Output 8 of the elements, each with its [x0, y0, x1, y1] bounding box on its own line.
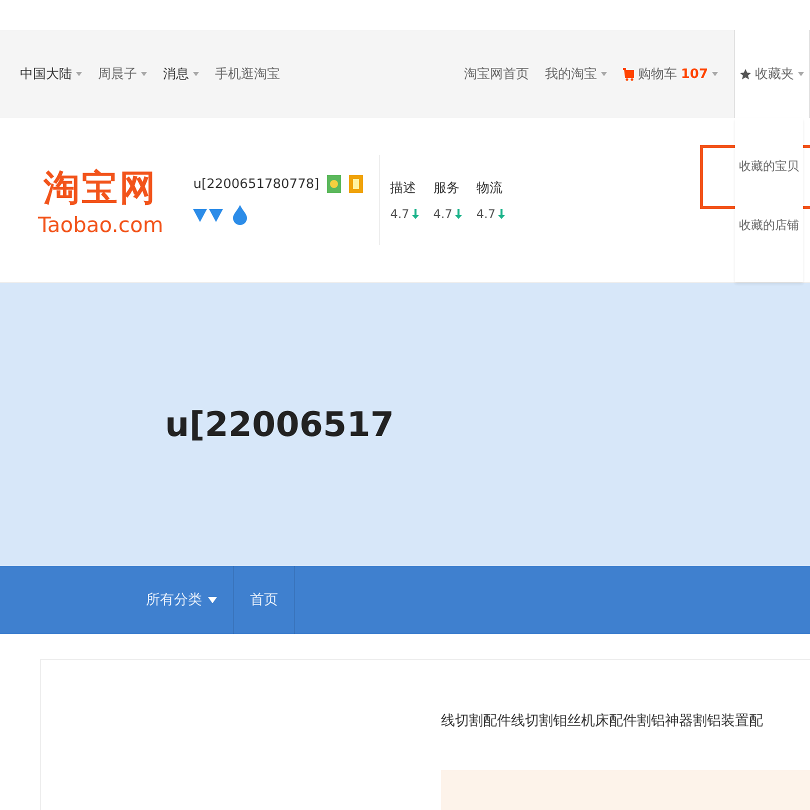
- rating-score: 4.7: [476, 207, 496, 221]
- rating-label: 物流: [476, 180, 504, 197]
- banner-title: u[22006517: [165, 404, 394, 444]
- product-title: 线切割配件线切割钼丝机床配件割铝神器割铝装置配: [441, 712, 764, 730]
- rating-score: 4.7: [433, 207, 452, 221]
- rating-label: 服务: [433, 180, 460, 197]
- rating-label: 描述: [390, 180, 418, 197]
- rating-score: 4.7: [390, 207, 410, 221]
